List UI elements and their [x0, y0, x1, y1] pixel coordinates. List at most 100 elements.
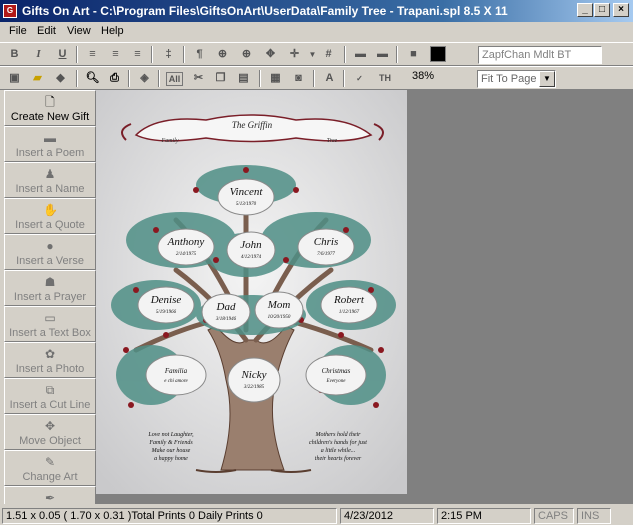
- color-swatch[interactable]: [430, 46, 446, 62]
- status-time: 2:15 PM: [437, 508, 531, 524]
- date-label: 5/19/1966: [156, 310, 177, 315]
- fill-icon[interactable]: ■: [405, 46, 422, 63]
- toolbar-separator: [158, 70, 160, 87]
- target-icon[interactable]: ◈: [136, 70, 153, 87]
- change-art-button[interactable]: ✎ Change Art: [4, 450, 96, 486]
- zoom-select[interactable]: Fit To Page ▼: [477, 70, 556, 88]
- toolbar-separator: [76, 46, 78, 63]
- toolbar-separator: [313, 70, 315, 87]
- insert-prayer-button[interactable]: ☗ Insert a Prayer: [4, 270, 96, 306]
- line-icon[interactable]: ▬: [352, 46, 369, 63]
- more-tools-button[interactable]: ✒: [4, 486, 96, 504]
- insert-name-button[interactable]: ♟ Insert a Name: [4, 162, 96, 198]
- print-icon[interactable]: ⎙: [106, 70, 123, 87]
- name-label[interactable]: Anthony: [167, 236, 205, 248]
- bold-button[interactable]: B: [6, 46, 23, 63]
- name-label[interactable]: Christmas: [322, 367, 351, 375]
- paragraph-icon[interactable]: ¶: [191, 46, 208, 63]
- diagonal-line-icon[interactable]: ▬: [374, 46, 391, 63]
- paste-icon[interactable]: ▤: [235, 70, 252, 87]
- menu-view[interactable]: View: [67, 25, 91, 37]
- poem-right-line: children's hands for just: [309, 439, 367, 446]
- create-new-gift-button[interactable]: 🗋︎ Create New Gift: [4, 90, 96, 126]
- font-a-button[interactable]: A: [321, 70, 338, 87]
- date-label: 3/22/1985: [244, 385, 265, 390]
- copy-icon[interactable]: ❐: [212, 70, 229, 87]
- quote-icon: ✋: [43, 203, 58, 217]
- app-icon[interactable]: G: [3, 4, 17, 18]
- cut-icon[interactable]: ✂: [190, 70, 207, 87]
- font-name-field[interactable]: ZapfChan Mdlt BT: [478, 46, 602, 64]
- poem-right-line: a little while...: [321, 448, 356, 454]
- name-label[interactable]: Robert: [333, 294, 365, 306]
- eraser-icon[interactable]: ◆: [52, 70, 69, 87]
- tool-label: Change Art: [22, 471, 78, 483]
- tool-label: Insert a Cut Line: [9, 399, 91, 411]
- name-label[interactable]: Familia: [164, 367, 188, 375]
- center-horizontal-icon[interactable]: ⊕: [214, 46, 231, 63]
- menu-help[interactable]: Help: [101, 25, 124, 37]
- zoom-select-value: Fit To Page: [481, 73, 537, 85]
- status-caps: CAPS: [534, 508, 574, 524]
- window-title: Gifts On Art - C:\Program Files\GiftsOnA…: [22, 4, 508, 18]
- name-label[interactable]: Denise: [150, 294, 182, 306]
- move-object-button[interactable]: ✥ Move Object: [4, 414, 96, 450]
- center-vertical-icon[interactable]: ⊕: [238, 46, 255, 63]
- print-preview-icon[interactable]: 🔍︎: [84, 70, 101, 87]
- spellcheck-icon[interactable]: ✓: [351, 70, 368, 87]
- date-label: e chi amore: [164, 379, 188, 384]
- insert-cut-line-button[interactable]: ⧉ Insert a Cut Line: [4, 378, 96, 414]
- status-bar: 1.51 x 0.05 ( 1.70 x 0.31 )Total Prints …: [0, 506, 633, 525]
- menu-edit[interactable]: Edit: [37, 25, 56, 37]
- underline-button[interactable]: U: [54, 46, 71, 63]
- tool-panel: 🗋︎ Create New Gift ▬ Insert a Poem ♟ Ins…: [4, 90, 96, 504]
- align-left-icon[interactable]: ≡: [84, 46, 101, 63]
- dropdown-arrow-icon[interactable]: ▼: [304, 46, 321, 63]
- status-date: 4/23/2012: [340, 508, 434, 524]
- center-both-icon[interactable]: ✥: [262, 46, 279, 63]
- name-label[interactable]: Vincent: [230, 186, 264, 198]
- grid-icon[interactable]: #: [320, 46, 337, 63]
- maximize-button[interactable]: □: [594, 3, 610, 17]
- insert-text-box-button[interactable]: ▭ Insert a Text Box: [4, 306, 96, 342]
- open-folder-icon[interactable]: ▰: [29, 70, 46, 87]
- workspace[interactable]: The Griffin Family Tree Vincent 5/13/197…: [96, 90, 633, 504]
- camera-icon[interactable]: ◙: [290, 70, 307, 87]
- tool-label: Insert a Prayer: [13, 291, 87, 303]
- insert-photo-button[interactable]: ✿ Insert a Photo: [4, 342, 96, 378]
- insert-quote-button[interactable]: ✋ Insert a Quote: [4, 198, 96, 234]
- save-icon[interactable]: ▣: [6, 70, 23, 87]
- art-icon: ✎: [44, 455, 56, 469]
- toolbar-separator: [396, 46, 398, 63]
- italic-button[interactable]: I: [30, 46, 47, 63]
- position-icon[interactable]: ✛: [286, 46, 303, 63]
- select-all-button[interactable]: All: [166, 72, 183, 86]
- cutline-icon: ⧉: [45, 383, 55, 397]
- name-label[interactable]: John: [240, 239, 262, 251]
- gift-page[interactable]: The Griffin Family Tree Vincent 5/13/197…: [96, 90, 407, 494]
- insert-verse-button[interactable]: ● Insert a Verse: [4, 234, 96, 270]
- name-label[interactable]: Mom: [267, 299, 291, 311]
- thesaurus-button[interactable]: TH: [374, 70, 396, 87]
- tool-label: Insert a Quote: [15, 219, 85, 231]
- name-label[interactable]: Dad: [216, 301, 236, 313]
- title-bar: G Gifts On Art - C:\Program Files\GiftsO…: [0, 0, 633, 22]
- poem-right-line: Mothers hold their: [315, 432, 362, 438]
- align-center-icon[interactable]: ≡: [107, 46, 124, 63]
- menu-file[interactable]: File: [9, 25, 27, 37]
- insert-poem-button[interactable]: ▬ Insert a Poem: [4, 126, 96, 162]
- date-label: 4/12/1974: [241, 255, 262, 260]
- minimize-button[interactable]: _: [577, 3, 593, 17]
- date-label: 3/18/1946: [216, 317, 237, 322]
- vertical-align-icon[interactable]: ‡: [160, 46, 177, 63]
- close-button[interactable]: ×: [613, 3, 629, 17]
- poem-left-line: Love not Laughter,: [147, 432, 194, 438]
- properties-icon[interactable]: ▦: [267, 70, 284, 87]
- align-right-icon[interactable]: ≡: [129, 46, 146, 63]
- banner-right: Tree: [327, 138, 338, 144]
- chevron-down-icon[interactable]: ▼: [539, 71, 555, 87]
- date-label: 5/13/1970: [236, 202, 257, 207]
- name-label[interactable]: Nicky: [240, 369, 266, 381]
- tool-label: Insert a Text Box: [9, 327, 91, 339]
- name-label[interactable]: Chris: [314, 236, 338, 248]
